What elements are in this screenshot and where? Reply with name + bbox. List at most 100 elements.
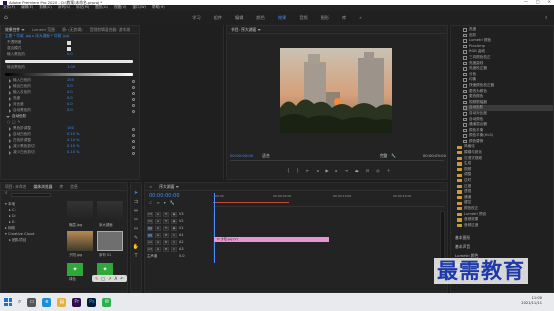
track-select-icon[interactable]: ⇉ — [133, 200, 140, 207]
button-editor-icon[interactable]: ＋ — [387, 169, 391, 173]
search-icon[interactable]: ⌕ — [5, 192, 8, 197]
step-back-icon[interactable]: ◂ — [316, 169, 318, 173]
menu-sequence[interactable]: 序列(S) — [58, 6, 70, 10]
track-header[interactable]: A2 ⊡ M S A2 — [147, 239, 211, 246]
share-icon[interactable]: ⇪ — [544, 15, 548, 20]
tab-source[interactable]: 源: (无剪辑) — [62, 27, 83, 32]
thumbnail[interactable] — [97, 201, 123, 221]
export-frame-icon[interactable]: ◎ — [376, 169, 380, 173]
menu-marker[interactable]: 标记(M) — [76, 6, 89, 10]
home-icon[interactable]: ⌂ — [4, 15, 8, 21]
menu-view[interactable]: 视图(V) — [114, 6, 126, 10]
linked-icon[interactable]: ∞ — [156, 201, 159, 205]
task-view-icon[interactable]: ▭ — [27, 297, 37, 307]
fit-dropdown[interactable]: 适合 — [262, 154, 270, 158]
gradient-slider[interactable] — [5, 73, 133, 76]
slip-icon[interactable]: ↔ — [133, 227, 140, 234]
work-area-bar[interactable] — [213, 202, 289, 203]
go-to-in-icon[interactable]: ⇤ — [306, 169, 309, 173]
menu-help[interactable]: 帮助(H) — [152, 6, 165, 10]
pen-icon[interactable] — [67, 47, 71, 51]
workspace-color[interactable]: 颜色 — [256, 15, 264, 20]
play-icon[interactable]: ▶ — [325, 169, 328, 173]
workspace-graphics[interactable]: 图形 — [321, 15, 329, 20]
thumbnail[interactable] — [67, 231, 93, 251]
type-icon[interactable]: T — [133, 254, 140, 261]
premiere-icon[interactable]: Pr — [72, 297, 82, 307]
search-taskbar-icon[interactable]: ⌕ — [18, 299, 21, 305]
tab-info[interactable]: 信息 — [70, 184, 78, 189]
tab-program[interactable]: 节目: 序大湖面 ≡ — [231, 27, 261, 32]
marker-icon[interactable]: ▾ — [164, 201, 166, 205]
windows-start-icon[interactable] — [4, 298, 12, 306]
ec-row[interactable]: 输入黑色阶 0.0 — [1, 52, 139, 58]
track-header[interactable]: V2 ⊡ ⟲ ◉ V2 — [147, 218, 211, 225]
rect-icon[interactable]: □ — [101, 276, 105, 281]
menu-edit[interactable]: 编辑(E) — [21, 6, 33, 10]
mask-ellipse-icon[interactable]: ○ — [7, 121, 10, 125]
snap-icon[interactable]: ⊂ — [149, 201, 152, 205]
pen-tool-icon[interactable]: ✎ — [133, 236, 140, 243]
panel-link[interactable]: 基本声音 — [455, 242, 478, 251]
thumbnail[interactable] — [67, 201, 93, 221]
track-header[interactable]: A1 ⊡ M S A1 — [147, 232, 211, 239]
hand-icon[interactable]: ✋ — [133, 245, 140, 252]
program-timecode[interactable]: 00:00:00:00 — [230, 154, 253, 158]
timeline-ruler[interactable]: 00:00 00:00:05:00 00:00:10:00 00:00:15:0… — [213, 193, 445, 207]
undo-icon[interactable]: ↶ — [120, 276, 123, 281]
arrow-icon[interactable]: ↗ — [108, 276, 111, 281]
menu-clip[interactable]: 剪辑(C) — [39, 6, 52, 10]
go-to-out-icon[interactable]: ⇥ — [345, 169, 348, 173]
tab-project[interactable]: 项目: 未命名 — [5, 184, 26, 189]
track-header[interactable]: V3 ⊡ ⟲ ◉ V3 — [147, 211, 211, 218]
menu-file[interactable]: 文件(F) — [3, 6, 15, 10]
workspace-editing[interactable]: 编辑 — [235, 15, 243, 20]
tab-effect-controls[interactable]: 效果控件 ≡ — [5, 27, 25, 32]
chat-icon[interactable]: ✉ — [102, 297, 112, 307]
close-icon[interactable]: × — [548, 0, 551, 4]
menu-window[interactable]: 窗口(W) — [132, 6, 146, 10]
pen-icon[interactable] — [67, 41, 71, 45]
edge-icon[interactable]: e — [42, 297, 52, 307]
track-header[interactable]: A3 ⊡ M S A3 — [147, 246, 211, 253]
close-icon[interactable]: × — [149, 184, 152, 189]
workspace-audio[interactable]: 音频 — [299, 15, 307, 20]
bin-team[interactable]: ▸ 团队项目 — [5, 237, 34, 243]
workspace-libraries[interactable]: 库 — [342, 15, 346, 20]
taskbar-clock[interactable]: 11:00 2021/11/11 — [521, 296, 542, 306]
thumbnail[interactable]: ✦ — [67, 263, 83, 276]
mark-out-icon[interactable]: } — [297, 169, 300, 173]
search-input[interactable] — [10, 192, 51, 197]
workspace-learn[interactable]: 学习 — [192, 15, 200, 20]
tab-lumetri-scopes[interactable]: Lumetri 范围 — [32, 27, 55, 32]
mask-pen-icon[interactable]: ✎ — [18, 121, 21, 125]
annotate-icon[interactable]: ✎ — [95, 276, 98, 281]
workspace-more-icon[interactable]: » — [359, 15, 362, 20]
wrench-icon[interactable]: 🔧 — [170, 201, 175, 205]
workspace-effects[interactable]: 效果 — [278, 15, 286, 20]
program-scrubber[interactable] — [230, 160, 444, 161]
track-header[interactable]: 主声道 0.0 — [147, 253, 211, 260]
tab-libraries[interactable]: 库 — [59, 184, 63, 189]
photoshop-icon[interactable]: Ps — [87, 297, 97, 307]
text-icon[interactable]: A — [115, 276, 118, 281]
ripple-edit-icon[interactable]: ⇹ — [133, 209, 140, 216]
ec-row[interactable]: 减少白色剪切 0.10 % — [1, 150, 139, 156]
minimize-icon[interactable]: — — [524, 0, 528, 4]
maximize-icon[interactable]: □ — [536, 0, 540, 4]
quality-dropdown[interactable]: 完整 — [380, 154, 388, 158]
settings-icon[interactable]: 🔧 — [391, 154, 396, 158]
thumbnail[interactable] — [97, 231, 123, 251]
workspace-assembly[interactable]: 组件 — [214, 15, 222, 20]
menu-graphics[interactable]: 图形(G) — [95, 6, 108, 10]
timeline-timecode[interactable]: 00:00:00:00 — [149, 194, 180, 199]
level-slider[interactable] — [5, 60, 133, 63]
effects-tree-item[interactable]: 音频过渡 — [457, 223, 553, 229]
step-forward-icon[interactable]: ▸ — [336, 169, 338, 173]
ec-row[interactable]: 输出黑色阶 1.00 — [1, 65, 139, 71]
extract-icon[interactable]: ⊟ — [366, 169, 369, 173]
mask-rect-icon[interactable]: □ — [12, 121, 15, 125]
mark-in-icon[interactable]: { — [287, 169, 290, 173]
explorer-icon[interactable]: ▤ — [57, 297, 67, 307]
panel-link[interactable]: 基本图形 — [455, 233, 478, 242]
